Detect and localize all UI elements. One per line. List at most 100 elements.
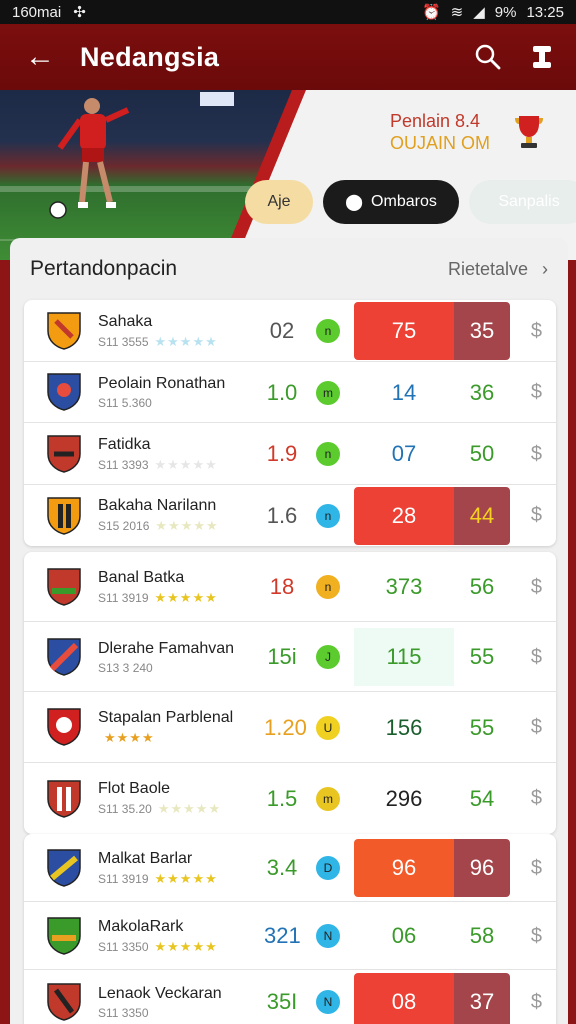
chip-sanpalis[interactable]: Sanpalis	[469, 180, 576, 224]
team-crest-icon	[47, 567, 81, 606]
value-primary[interactable]: 373	[354, 558, 454, 616]
value-primary[interactable]: 06	[354, 907, 454, 965]
odd-value: 35I	[266, 989, 298, 1014]
rating-stars: ★★★★★	[154, 871, 218, 886]
team-code: S11 3350	[98, 1006, 149, 1020]
table-row[interactable]: Flot Baole S11 35.20 ★★★★★ 1.5 m 296 54 $	[24, 763, 556, 834]
team-code: S11 35.20	[98, 802, 152, 816]
table-row[interactable]: Lenaok Veckaran S11 3350 35I N 08 37 $	[24, 970, 556, 1024]
value-primary[interactable]: 156	[354, 699, 454, 757]
value-secondary[interactable]: 54	[454, 770, 510, 828]
filter-chips: Aje ⬤ Ombaros Sanpalis	[245, 180, 576, 224]
rating-stars: ★★★★★	[157, 801, 222, 816]
team-crest-icon	[47, 434, 81, 473]
wifi-icon: ≋	[450, 4, 464, 21]
value-primary[interactable]: 14	[354, 364, 454, 422]
team-name: Dlerahe Famahvan	[98, 640, 235, 657]
team-name: Bakaha Narilann	[98, 497, 217, 514]
odd-value: 1.6	[266, 503, 298, 528]
table-row[interactable]: Banal Batka S11 3919 ★★★★★ 18 n 373 56 $	[24, 552, 556, 622]
dollar-icon[interactable]: $	[531, 381, 542, 404]
value-secondary[interactable]: 35	[454, 302, 510, 360]
dollar-icon[interactable]: $	[531, 320, 542, 343]
team-code: S11 3393	[98, 458, 149, 472]
value-secondary[interactable]: 96	[454, 839, 510, 897]
score-line-1: Penlain 8.4	[390, 111, 481, 131]
value-primary[interactable]: 75	[354, 302, 454, 360]
table-row[interactable]: Sahaka S11 3555 ★★★★★ 02 n 75 35 $	[24, 300, 556, 362]
status-dot: n	[316, 319, 340, 343]
team-name: MakolaRark	[98, 918, 184, 935]
value-secondary[interactable]: 56	[454, 558, 510, 616]
team-crest-icon	[47, 779, 81, 818]
team-name: Banal Batka	[98, 569, 185, 586]
value-secondary[interactable]: 58	[454, 907, 510, 965]
table-row[interactable]: Peolain Ronathan S11 5.360 1.0 m 14 36 $	[24, 362, 556, 423]
rating-stars: ★★★★★	[154, 457, 218, 472]
table-row[interactable]: Dlerahe Famahvan S13 3 240 15i J 115 55 …	[24, 622, 556, 692]
location-pin-icon: ⬤	[345, 194, 364, 211]
panel-title: Pertandonpacin	[30, 257, 178, 280]
value-primary[interactable]: 296	[354, 770, 454, 828]
odd-value: 18	[269, 574, 295, 599]
team-crest-icon	[47, 983, 81, 1021]
score-text: Penlain 8.4 OUJAIN OM	[390, 110, 490, 154]
odd-value: 02	[269, 318, 295, 343]
status-dot: n	[316, 575, 340, 599]
filter-icon[interactable]	[530, 43, 554, 71]
dollar-icon[interactable]: $	[531, 857, 542, 880]
value-primary[interactable]: 28	[354, 487, 454, 545]
status-dot: N	[316, 990, 340, 1014]
status-bar: 160mai ✣ ⏰ ≋ ◢ 9% 13:25	[0, 0, 576, 24]
team-crest-icon	[47, 916, 81, 955]
dollar-icon[interactable]: $	[531, 925, 542, 948]
dollar-icon[interactable]: $	[531, 646, 542, 669]
dollar-icon[interactable]: $	[531, 716, 542, 739]
team-name: Malkat Barlar	[98, 850, 193, 867]
value-secondary[interactable]: 36	[454, 364, 510, 422]
match-group-1: Sahaka S11 3555 ★★★★★ 02 n 75 35 $ Peolai…	[24, 300, 556, 546]
value-secondary[interactable]: 37	[454, 973, 510, 1024]
rating-stars: ★★★★★	[154, 334, 218, 349]
clock: 13:25	[526, 3, 564, 21]
table-row[interactable]: Malkat Barlar S11 3919 ★★★★★ 3.4 D 96 96 …	[24, 834, 556, 902]
dollar-icon[interactable]: $	[531, 504, 542, 527]
alarm-icon: ⏰	[421, 4, 441, 21]
odd-value: 15i	[267, 644, 297, 669]
chevron-right-icon: ›	[542, 258, 548, 279]
table-row[interactable]: Bakaha Narilann S15 2016 ★★★★★ 1.6 n 28 4…	[24, 485, 556, 546]
value-primary[interactable]: 07	[354, 425, 454, 483]
dollar-icon[interactable]: $	[531, 443, 542, 466]
team-code: S11 3350	[98, 940, 149, 954]
chip-ombaros[interactable]: ⬤ Ombaros	[323, 180, 459, 224]
status-dot: U	[316, 716, 340, 740]
team-name: Lenaok Veckaran	[98, 985, 222, 1002]
value-secondary[interactable]: 55	[454, 628, 510, 686]
team-crest-icon	[47, 373, 81, 411]
status-dot: J	[316, 645, 340, 669]
value-primary[interactable]: 96	[354, 839, 454, 897]
see-all-link[interactable]: Rietetalve ›	[448, 259, 548, 280]
dollar-icon[interactable]: $	[531, 576, 542, 599]
dollar-icon[interactable]: $	[531, 787, 542, 810]
odd-value: 1.20	[264, 715, 307, 740]
match-group-3: Malkat Barlar S11 3919 ★★★★★ 3.4 D 96 96 …	[24, 834, 556, 1024]
table-row[interactable]: Fatidka S11 3393 ★★★★★ 1.9 n 07 50 $	[24, 423, 556, 485]
odd-value: 321	[264, 923, 301, 948]
value-primary[interactable]: 08	[354, 973, 454, 1024]
value-secondary[interactable]: 50	[454, 425, 510, 483]
value-secondary[interactable]: 44	[454, 487, 510, 545]
table-row[interactable]: MakolaRark S11 3350 ★★★★★ 321 N 06 58 $	[24, 902, 556, 970]
rating-stars: ★★★★★	[154, 590, 218, 605]
team-code: S11 3919	[98, 872, 149, 886]
search-icon[interactable]	[474, 43, 502, 71]
value-secondary[interactable]: 55	[454, 699, 510, 757]
table-row[interactable]: Stapalan Parblenal ★★★★ 1.20 U 156 55 $	[24, 692, 556, 763]
score-line-2: OUJAIN OM	[390, 133, 491, 153]
value-primary[interactable]: 115	[354, 628, 454, 686]
dollar-icon[interactable]: $	[531, 991, 542, 1014]
team-crest-icon	[47, 311, 81, 350]
chip-aje[interactable]: Aje	[245, 180, 313, 224]
team-name: Peolain Ronathan	[98, 375, 226, 392]
back-icon[interactable]: ←	[0, 40, 80, 74]
